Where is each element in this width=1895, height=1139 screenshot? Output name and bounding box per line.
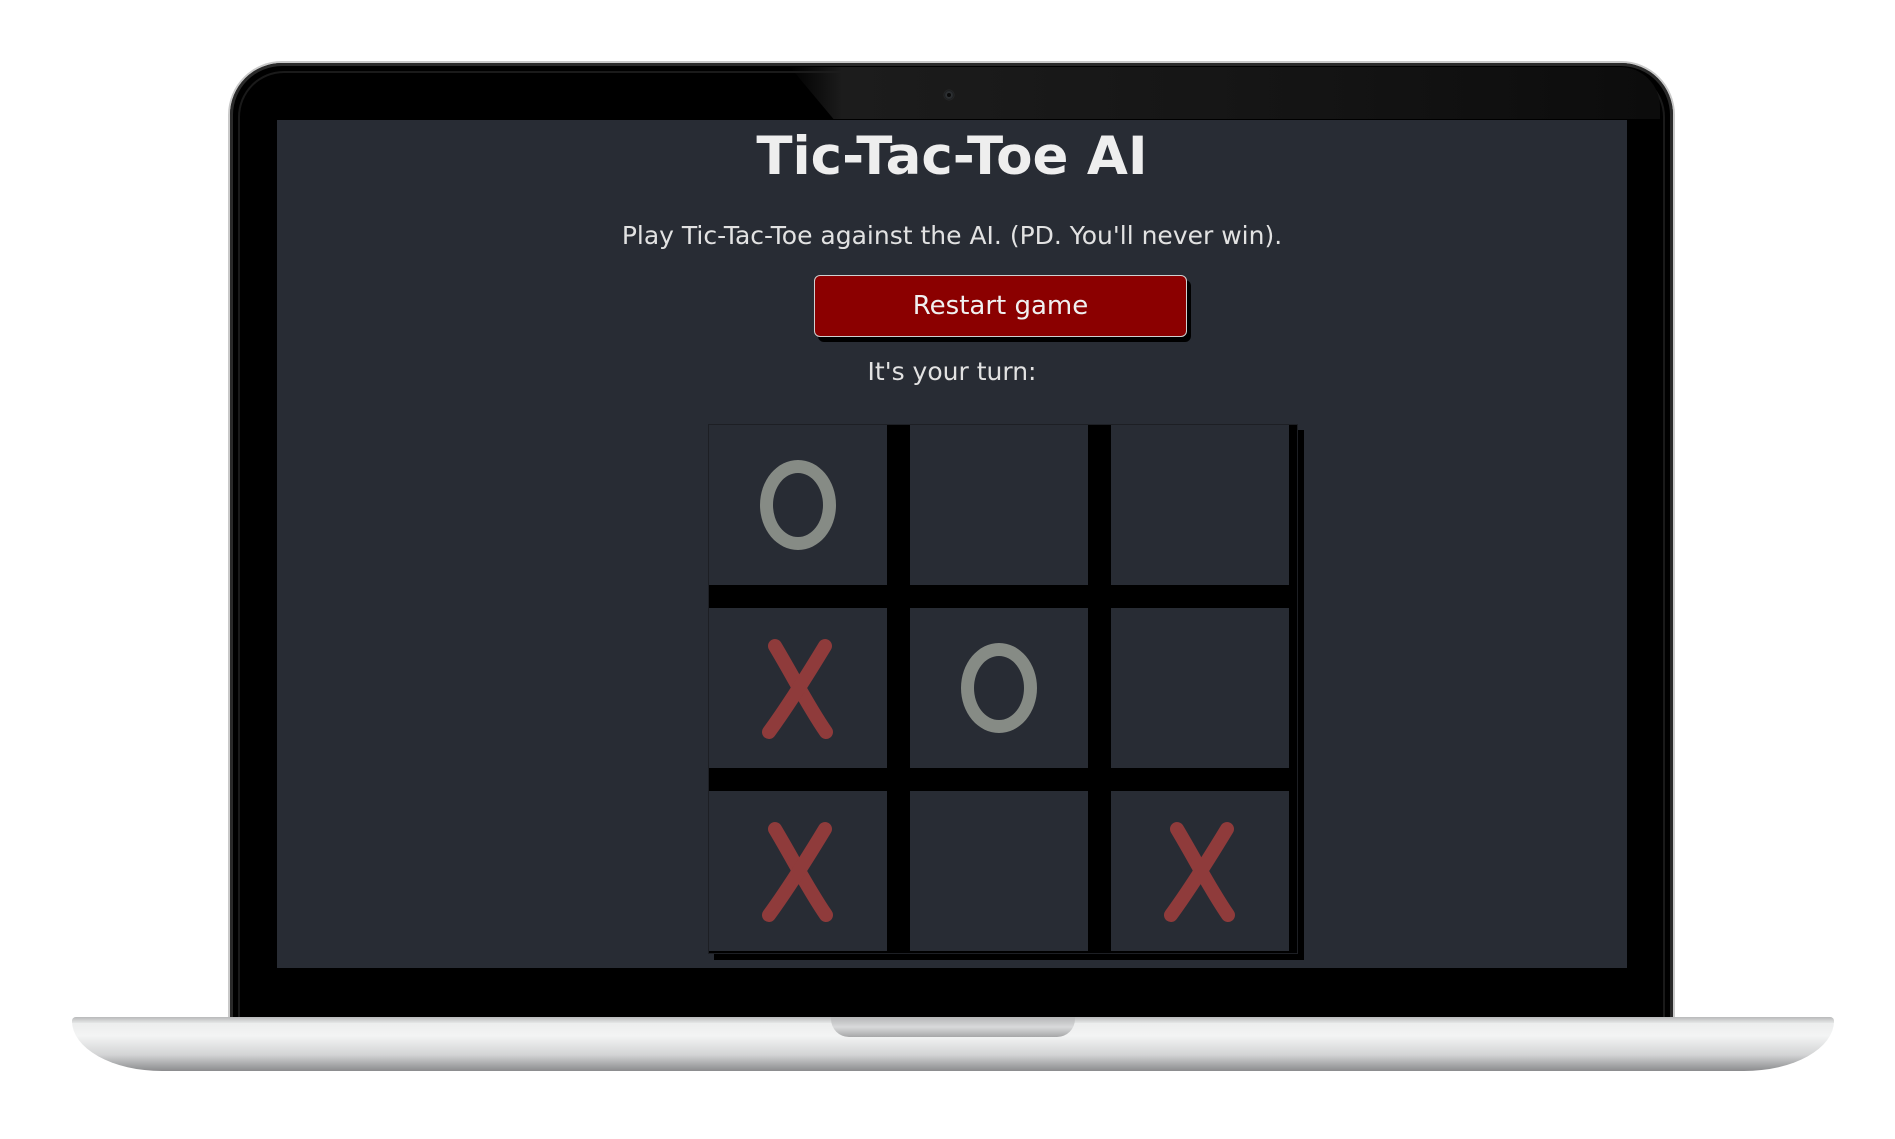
board-cell-7[interactable] bbox=[709, 791, 887, 951]
o-mark-icon bbox=[760, 460, 836, 550]
laptop-mockup: Tic-Tac-Toe AI Play Tic-Tac-Toe against … bbox=[0, 0, 1895, 1139]
board-cell-6[interactable] bbox=[1111, 608, 1289, 768]
board-cell-4[interactable] bbox=[709, 608, 887, 768]
laptop-base-notch bbox=[831, 1017, 1075, 1037]
x-mark-icon bbox=[762, 639, 833, 739]
camera-icon bbox=[944, 90, 954, 100]
board-cell-1[interactable] bbox=[709, 425, 887, 585]
board-cell-3[interactable] bbox=[1111, 425, 1289, 585]
board-cell-9[interactable] bbox=[1111, 791, 1289, 951]
o-mark-icon bbox=[961, 643, 1037, 733]
board-cell-5[interactable] bbox=[910, 608, 1088, 768]
app-screen: Tic-Tac-Toe AI Play Tic-Tac-Toe against … bbox=[277, 120, 1627, 968]
x-mark-icon bbox=[1164, 822, 1235, 922]
game-board bbox=[708, 424, 1298, 954]
x-mark-icon bbox=[762, 822, 833, 922]
turn-status: It's your turn: bbox=[867, 357, 1037, 386]
page-subtitle: Play Tic-Tac-Toe against the AI. (PD. Yo… bbox=[621, 221, 1283, 250]
restart-game-button[interactable]: Restart game bbox=[814, 275, 1187, 337]
bezel-glare bbox=[790, 67, 1660, 119]
board-cell-2[interactable] bbox=[910, 425, 1088, 585]
board-cell-8[interactable] bbox=[910, 791, 1088, 951]
page-title: Tic-Tac-Toe AI bbox=[756, 126, 1148, 187]
